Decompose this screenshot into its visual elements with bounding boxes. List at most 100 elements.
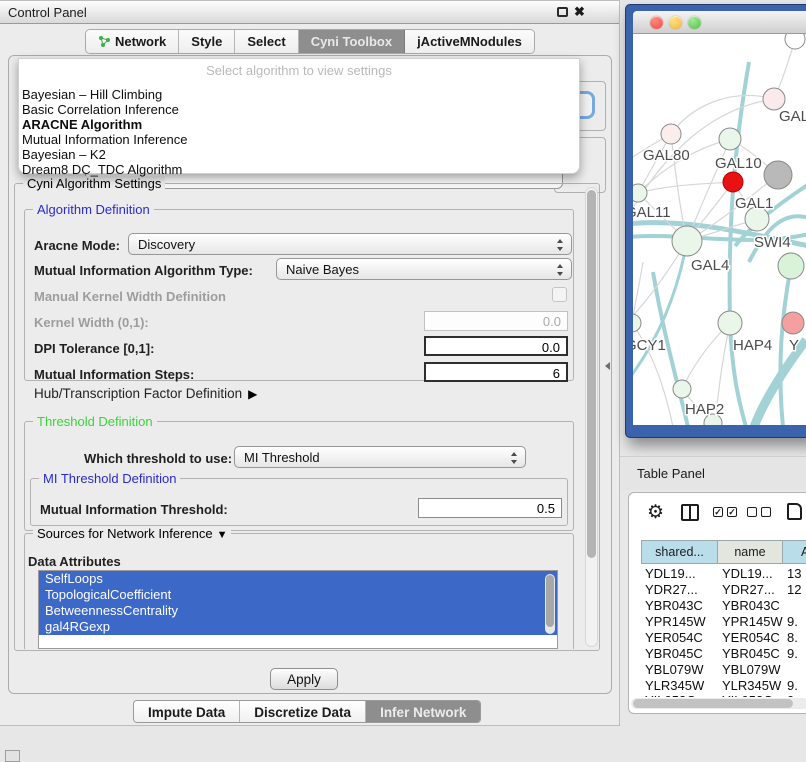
gear-icon[interactable]: ⚙ <box>647 501 664 524</box>
column-header-shared-name[interactable]: shared... <box>641 540 718 564</box>
cell[interactable]: YDR27... <box>722 582 775 597</box>
select-all-checkbox-icon[interactable]: ✓ <box>727 507 737 517</box>
zoom-traffic-light[interactable] <box>688 16 701 29</box>
cell[interactable]: YER054C <box>722 630 780 645</box>
cell[interactable]: 12 <box>787 582 801 597</box>
cell[interactable]: YLR345W <box>645 678 704 693</box>
columns-icon[interactable] <box>681 504 699 521</box>
network-window-titlebar[interactable] <box>633 11 806 34</box>
node-gal4[interactable] <box>672 226 702 256</box>
tab-impute-data[interactable]: Impute Data <box>134 701 240 722</box>
cell[interactable]: 9. <box>787 614 798 629</box>
close-traffic-light[interactable] <box>650 16 663 29</box>
dropdown-item[interactable]: Mutual Information Inference <box>22 132 562 147</box>
sources-toggle[interactable]: Sources for Network Inference▼ <box>33 526 231 541</box>
dropdown-item[interactable]: Dream8 DC_TDC Algorithm <box>22 162 562 177</box>
cell[interactable]: YIL053C <box>722 693 773 697</box>
tab-style[interactable]: Style <box>179 30 235 53</box>
cell[interactable]: YDL19... <box>722 566 773 581</box>
node-gray[interactable] <box>764 161 792 189</box>
deselect-checkbox-icon[interactable] <box>761 507 771 517</box>
node-gal80[interactable] <box>661 124 681 144</box>
apply-button[interactable]: Apply <box>270 668 338 690</box>
list-scrollbar-thumb[interactable] <box>546 575 554 627</box>
cell[interactable]: 9. <box>787 646 798 661</box>
cell[interactable]: YBR045C <box>645 646 703 661</box>
close-icon[interactable]: ✖ <box>574 4 585 20</box>
mi-steps-field[interactable]: 6 <box>424 362 568 382</box>
screen: Control Panel ✖ Network Style Select Cyn… <box>0 0 806 762</box>
horizontal-scrollbar[interactable] <box>631 698 806 709</box>
dropdown-item-selected[interactable]: ARACNE Algorithm <box>22 117 562 132</box>
column-header-partial[interactable]: A <box>783 540 806 564</box>
edge <box>671 96 774 134</box>
tab-cyni-toolbox[interactable]: Cyni Toolbox <box>299 30 405 53</box>
node[interactable] <box>785 34 805 49</box>
minimize-traffic-light[interactable] <box>669 16 682 29</box>
node-red[interactable] <box>723 172 743 192</box>
node-swi4[interactable] <box>778 253 804 279</box>
aracne-mode-combo[interactable]: Discovery <box>128 233 572 255</box>
attribute-item[interactable]: TopologicalCoefficient <box>39 587 557 603</box>
deselect-checkbox-icon[interactable] <box>747 507 757 517</box>
cell[interactable]: YBR043C <box>645 598 703 613</box>
node-label: GAL4 <box>691 257 729 274</box>
which-threshold-combo[interactable]: MI Threshold <box>234 446 526 468</box>
dropdown-item[interactable]: Bayesian – Hill Climbing <box>22 87 562 102</box>
node-gal11[interactable] <box>633 184 647 202</box>
panel-collapse-arrow[interactable] <box>605 362 610 370</box>
tab-jactivemnodules[interactable]: jActiveMNodules <box>405 30 534 53</box>
node-gal10[interactable] <box>719 128 741 150</box>
control-panel-tabbar: Network Style Select Cyni Toolbox jActiv… <box>85 29 535 54</box>
cell[interactable]: 0. <box>787 693 798 697</box>
node-y-partial[interactable] <box>782 312 804 334</box>
new-table-icon[interactable] <box>787 503 802 520</box>
network-canvas[interactable]: GAL GAL80 GAL10 GAL1 GAL11 SWI4 GAL4 GCY… <box>633 34 806 425</box>
node-gal-partial[interactable] <box>763 88 785 110</box>
tab-select[interactable]: Select <box>235 30 298 53</box>
node-hap2[interactable] <box>673 380 691 398</box>
dpi-tolerance-field[interactable]: 0.0 <box>424 336 568 356</box>
horizontal-scrollbar-thumb[interactable] <box>633 699 793 708</box>
cell[interactable]: YPR145W <box>645 614 706 629</box>
cell[interactable]: YPR145W <box>722 614 783 629</box>
cell[interactable]: YBL079W <box>645 662 704 677</box>
algorithm-dropdown[interactable]: Select algorithm to view settings Bayesi… <box>18 58 580 174</box>
cell[interactable]: YBR045C <box>722 646 780 661</box>
control-panel-titlebar[interactable]: Control Panel ✖ <box>0 1 619 24</box>
settings-scrollbar-thumb[interactable] <box>587 190 596 558</box>
cell[interactable]: 13 <box>787 566 801 581</box>
list-scrollbar[interactable] <box>545 574 555 634</box>
tab-discretize-data[interactable]: Discretize Data <box>240 701 366 722</box>
node-hap4[interactable] <box>718 311 742 335</box>
float-window-icon[interactable] <box>557 7 568 17</box>
select-all-checkbox-icon[interactable]: ✓ <box>713 507 723 517</box>
node-gcy1[interactable] <box>633 314 641 332</box>
cell[interactable]: YLR345W <box>722 678 781 693</box>
data-attributes-list[interactable]: SelfLoops TopologicalCoefficient Between… <box>38 570 558 649</box>
attribute-item[interactable]: SelfLoops <box>39 571 557 587</box>
hub-definition-toggle[interactable]: Hub/Transcription Factor Definition▶ <box>34 386 257 401</box>
column-header-name[interactable]: name <box>718 540 783 564</box>
minimized-panel-icon[interactable] <box>5 750 20 762</box>
tab-label: Cyni Toolbox <box>311 34 392 49</box>
settings-scrollbar[interactable] <box>585 187 598 647</box>
dropdown-item[interactable]: Bayesian – K2 <box>22 147 562 162</box>
cell[interactable]: YBR043C <box>722 598 780 613</box>
cell[interactable]: YDL19... <box>645 566 696 581</box>
cell[interactable]: 8. <box>787 630 798 645</box>
attribute-item[interactable]: BetweennessCentrality <box>39 603 557 619</box>
mi-type-combo[interactable]: Naive Bayes <box>276 258 572 280</box>
dropdown-item[interactable]: Basic Correlation Inference <box>22 102 562 117</box>
kernel-width-field[interactable]: 0.0 <box>424 311 568 331</box>
mi-threshold-field[interactable]: 0.5 <box>418 498 562 518</box>
cell[interactable]: YER054C <box>645 630 703 645</box>
cell[interactable]: YIL053C <box>645 693 696 697</box>
manual-kernel-checkbox[interactable] <box>552 287 567 302</box>
attribute-item[interactable]: gal4RGexp <box>39 619 557 635</box>
cell[interactable]: YBL079W <box>722 662 781 677</box>
tab-infer-network[interactable]: Infer Network <box>366 701 480 722</box>
tab-network[interactable]: Network <box>86 30 179 53</box>
cell[interactable]: YDR27... <box>645 582 698 597</box>
cell[interactable]: 9. <box>787 678 798 693</box>
